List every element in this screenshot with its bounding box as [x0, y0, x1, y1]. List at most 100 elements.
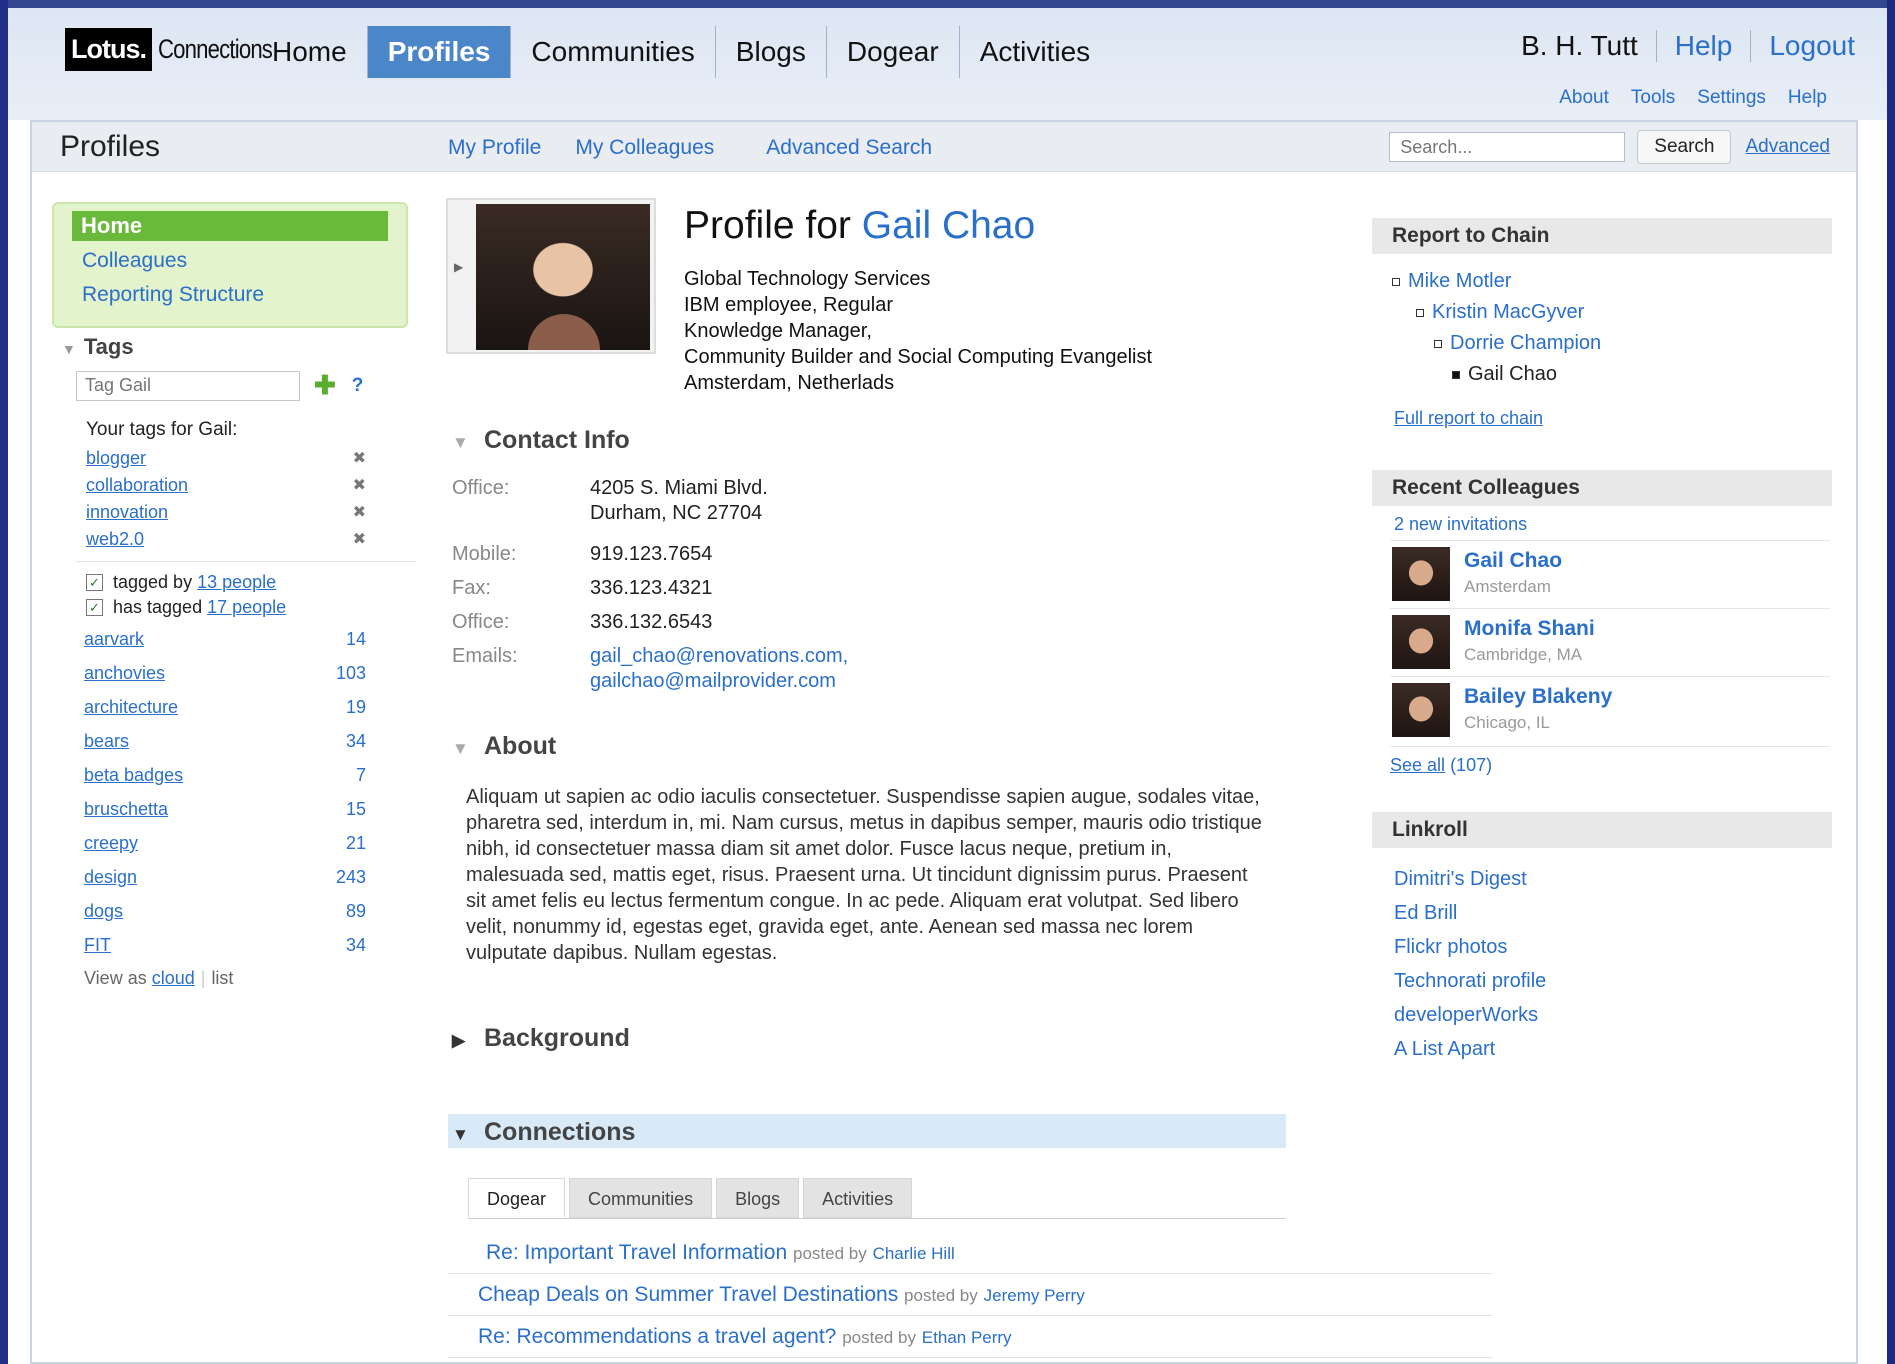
- nav-blogs[interactable]: Blogs: [716, 26, 827, 78]
- post-author-link[interactable]: Charlie Hill: [873, 1244, 955, 1263]
- your-tags-label: Your tags for Gail:: [86, 419, 238, 440]
- contact-mobile: Mobile: 919.123.7654: [452, 543, 713, 565]
- colleague-item[interactable]: Bailey Blakeny Chicago, IL: [1390, 676, 1830, 744]
- tag-count: 15: [345, 799, 366, 819]
- linkroll-link[interactable]: developerWorks: [1394, 1004, 1538, 1026]
- add-tag-icon[interactable]: ✚: [314, 370, 336, 401]
- tagged-by-people-link[interactable]: 13 people: [197, 572, 276, 593]
- my-colleagues-link[interactable]: My Colleagues: [575, 136, 714, 160]
- search-button[interactable]: Search: [1637, 130, 1732, 164]
- view-cloud-link[interactable]: cloud: [152, 968, 195, 988]
- help-icon[interactable]: ?: [352, 375, 364, 397]
- email-link[interactable]: gailchao@mailprovider.com: [590, 670, 836, 692]
- my-tag-link[interactable]: collaboration: [86, 472, 188, 499]
- post-title-link[interactable]: Re: Important Travel Information: [486, 1241, 787, 1264]
- tag-link[interactable]: aarvark: [84, 622, 144, 656]
- tag-link[interactable]: creepy: [84, 826, 138, 860]
- remove-tag-icon[interactable]: ✖: [353, 499, 366, 526]
- my-tag-link[interactable]: innovation: [86, 499, 168, 526]
- nav-home[interactable]: Home: [252, 26, 368, 78]
- my-tag-row: blogger ✖: [86, 445, 366, 472]
- nav-activities[interactable]: Activities: [960, 26, 1110, 78]
- my-tag-row: collaboration ✖: [86, 472, 366, 499]
- linkroll-link[interactable]: Dimitri's Digest: [1394, 868, 1527, 890]
- remove-tag-icon[interactable]: ✖: [353, 445, 366, 472]
- tagged-by-checkbox[interactable]: ✓: [86, 574, 103, 591]
- post-author-link[interactable]: Jeremy Perry: [984, 1286, 1085, 1305]
- my-tag-link[interactable]: web2.0: [86, 526, 144, 553]
- left-nav-reporting-structure[interactable]: Reporting Structure: [82, 283, 388, 307]
- tab-dogear[interactable]: Dogear: [468, 1178, 566, 1218]
- advanced-link[interactable]: Advanced: [1745, 136, 1830, 158]
- nav-communities[interactable]: Communities: [511, 26, 716, 78]
- profile-line: Community Builder and Social Computing E…: [684, 346, 1153, 368]
- nav-dogear[interactable]: Dogear: [827, 26, 960, 78]
- tag-link[interactable]: bears: [84, 724, 129, 758]
- new-invitations-link[interactable]: 2 new invitations: [1394, 514, 1527, 535]
- remove-tag-icon[interactable]: ✖: [353, 526, 366, 553]
- full-report-chain-link[interactable]: Full report to chain: [1394, 408, 1543, 429]
- contact-info-heading[interactable]: ▼ Contact Info: [452, 426, 630, 455]
- list-item: Re: Recommendations a travel agent? post…: [448, 1316, 1492, 1358]
- node-icon: [1434, 339, 1442, 348]
- avatar: [1392, 547, 1450, 601]
- tag-link[interactable]: beta badges: [84, 758, 183, 792]
- tag-link[interactable]: FIT: [84, 928, 111, 962]
- left-navigation: Home Colleagues Reporting Structure: [52, 202, 408, 328]
- my-tag-row: web2.0 ✖: [86, 526, 366, 553]
- tools-link[interactable]: Tools: [1631, 87, 1675, 109]
- tag-link[interactable]: design: [84, 860, 137, 894]
- see-all-link[interactable]: See all: [1390, 755, 1445, 775]
- help-sub-link[interactable]: Help: [1788, 87, 1827, 109]
- settings-link[interactable]: Settings: [1697, 87, 1766, 109]
- my-tag-row: innovation ✖: [86, 499, 366, 526]
- about-link[interactable]: About: [1559, 87, 1609, 109]
- expand-arrow-icon[interactable]: ▶: [454, 260, 463, 274]
- user-name[interactable]: B. H. Tutt: [1503, 30, 1657, 62]
- tag-link[interactable]: architecture: [84, 690, 178, 724]
- logout-link[interactable]: Logout: [1751, 30, 1855, 62]
- linkroll-link[interactable]: Flickr photos: [1394, 936, 1507, 958]
- report-chain-heading: Report to Chain: [1372, 218, 1832, 254]
- view-list-link[interactable]: list: [211, 968, 233, 988]
- linkroll-link[interactable]: Ed Brill: [1394, 902, 1457, 924]
- tab-communities[interactable]: Communities: [569, 1178, 713, 1218]
- app-nav: Home Profiles Communities Blogs Dogear A…: [252, 26, 1110, 78]
- tag-count-row: creepy 21: [84, 826, 366, 860]
- tag-link[interactable]: bruschetta: [84, 792, 168, 826]
- search-input[interactable]: [1389, 132, 1626, 162]
- left-nav-home[interactable]: Home: [72, 211, 388, 241]
- colleague-item[interactable]: Gail Chao Amsterdam: [1390, 540, 1830, 608]
- tag-link[interactable]: anchovies: [84, 656, 165, 690]
- linkroll-link[interactable]: Technorati profile: [1394, 970, 1546, 992]
- profile-photo[interactable]: ▶: [446, 198, 656, 354]
- profile-summary: Global Technology Services IBM employee,…: [684, 266, 1152, 396]
- has-tagged-checkbox[interactable]: ✓: [86, 599, 103, 616]
- profile-line: Knowledge Manager,: [684, 320, 872, 342]
- my-profile-link[interactable]: My Profile: [448, 136, 541, 160]
- tab-blogs[interactable]: Blogs: [716, 1178, 800, 1218]
- linkroll-link[interactable]: A List Apart: [1394, 1038, 1495, 1060]
- nav-profiles[interactable]: Profiles: [367, 26, 512, 78]
- has-tagged-people-link[interactable]: 17 people: [207, 597, 286, 618]
- post-title-link[interactable]: Re: Recommendations a travel agent?: [478, 1325, 836, 1348]
- email-link[interactable]: gail_chao@renovations.com,: [590, 645, 848, 667]
- about-heading[interactable]: ▼ About: [452, 732, 556, 761]
- tab-activities[interactable]: Activities: [803, 1178, 913, 1218]
- background-heading[interactable]: ▶ Background: [452, 1024, 630, 1053]
- tag-count: 103: [335, 663, 366, 683]
- help-link[interactable]: Help: [1657, 30, 1752, 62]
- remove-tag-icon[interactable]: ✖: [353, 472, 366, 499]
- tags-heading[interactable]: ▼ Tags: [62, 334, 408, 360]
- left-nav-colleagues[interactable]: Colleagues: [82, 249, 388, 273]
- tag-input[interactable]: [76, 370, 300, 401]
- see-all-row: See all (107): [1390, 746, 1830, 776]
- advanced-search-link[interactable]: Advanced Search: [766, 136, 932, 160]
- connections-heading[interactable]: ▼ Connections: [452, 1118, 635, 1147]
- post-title-link[interactable]: Cheap Deals on Summer Travel Destination…: [478, 1283, 898, 1306]
- page-title: Profiles: [60, 130, 161, 163]
- post-author-link[interactable]: Ethan Perry: [922, 1328, 1012, 1347]
- tag-link[interactable]: dogs: [84, 894, 123, 928]
- my-tag-link[interactable]: blogger: [86, 445, 146, 472]
- colleague-item[interactable]: Monifa Shani Cambridge, MA: [1390, 608, 1830, 676]
